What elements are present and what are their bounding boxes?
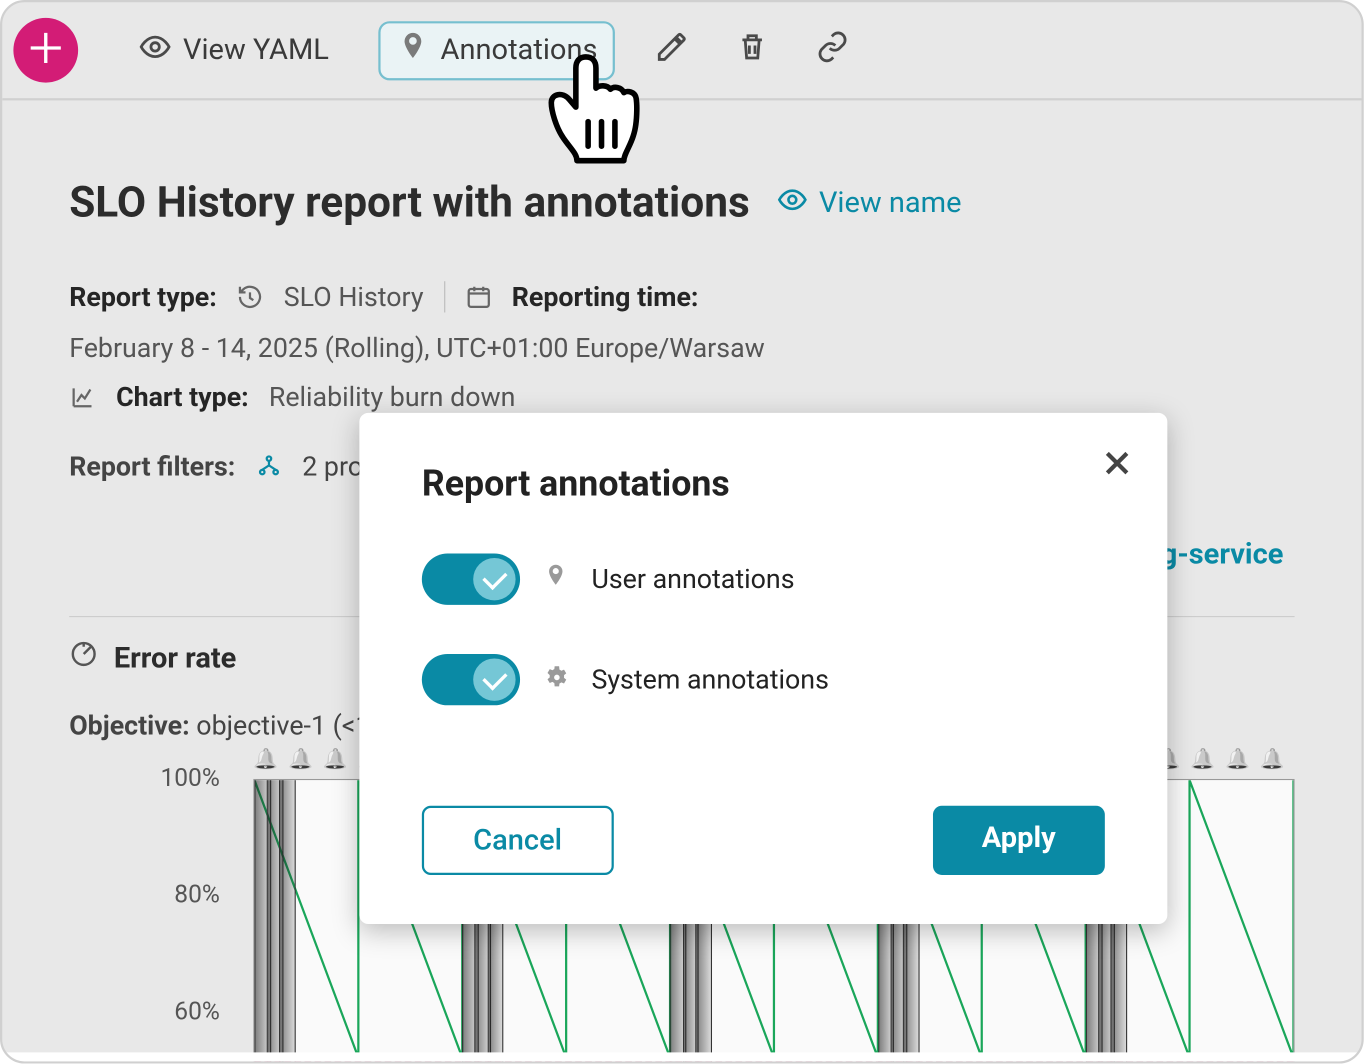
pencil-icon bbox=[655, 30, 688, 71]
link-icon bbox=[816, 30, 849, 71]
chart-type-label: Chart type: bbox=[116, 382, 249, 413]
view-name-button[interactable]: View name bbox=[777, 184, 962, 223]
report-type-label: Report type: bbox=[69, 281, 217, 312]
reporting-time-label: Reporting time: bbox=[512, 281, 699, 312]
plus-icon bbox=[26, 28, 66, 73]
modal-title: Report annotations bbox=[422, 462, 1105, 504]
system-annotations-label: System annotations bbox=[591, 664, 828, 695]
app-window: View YAML Annotations SLO Histo bbox=[0, 0, 1364, 1064]
close-icon bbox=[1100, 463, 1133, 484]
bell-icon: 🔔 bbox=[323, 748, 345, 770]
edit-button[interactable] bbox=[649, 23, 696, 78]
reporting-time-value: February 8 - 14, 2025 (Rolling), UTC+01:… bbox=[69, 333, 765, 364]
y-tick: 100% bbox=[160, 765, 219, 793]
eye-icon bbox=[777, 184, 808, 223]
gear-icon bbox=[542, 663, 569, 696]
history-icon bbox=[237, 283, 264, 310]
section-title-error-rate: Error rate bbox=[114, 641, 237, 674]
target-icon bbox=[69, 639, 98, 676]
report-type-value: SLO History bbox=[284, 281, 424, 312]
bell-icon: 🔔 bbox=[1225, 748, 1247, 770]
report-filters-label: Report filters: bbox=[69, 451, 235, 482]
annotations-button[interactable]: Annotations bbox=[378, 21, 615, 80]
annotation-band bbox=[279, 780, 296, 1063]
org-icon bbox=[255, 453, 282, 480]
add-button[interactable] bbox=[13, 18, 78, 83]
bell-icon: 🔔 bbox=[253, 748, 275, 770]
objective-label: Objective: bbox=[69, 710, 189, 741]
calendar-icon bbox=[465, 283, 492, 310]
user-annotations-label: User annotations bbox=[591, 564, 794, 595]
bell-icon: 🔔 bbox=[288, 748, 310, 770]
toolbar: View YAML Annotations bbox=[2, 2, 1361, 100]
system-annotations-toggle[interactable] bbox=[422, 654, 520, 705]
pin-icon bbox=[396, 30, 429, 71]
y-tick: 60% bbox=[174, 998, 220, 1026]
bell-icon: 🔔 bbox=[1260, 748, 1282, 770]
user-annotations-toggle[interactable] bbox=[422, 554, 520, 605]
view-yaml-button[interactable]: View YAML bbox=[123, 23, 345, 78]
modal-close-button[interactable] bbox=[1100, 446, 1133, 484]
y-tick: 80% bbox=[174, 882, 220, 910]
separator bbox=[444, 281, 445, 312]
annotations-label: Annotations bbox=[441, 33, 598, 66]
cancel-button[interactable]: Cancel bbox=[422, 806, 613, 875]
page-title: SLO History report with annotations bbox=[69, 179, 750, 228]
link-button[interactable] bbox=[809, 23, 856, 78]
delete-button[interactable] bbox=[729, 23, 776, 78]
bell-icon: 🔔 bbox=[1190, 748, 1212, 770]
view-yaml-label: View YAML bbox=[183, 33, 329, 66]
chart-type-value: Reliability burn down bbox=[269, 382, 516, 413]
pin-icon bbox=[542, 562, 569, 595]
annotation-band bbox=[1293, 780, 1294, 1063]
chart-icon bbox=[69, 384, 96, 411]
view-name-label: View name bbox=[819, 186, 962, 219]
trash-icon bbox=[736, 30, 769, 71]
apply-button[interactable]: Apply bbox=[933, 806, 1105, 875]
report-annotations-modal: Report annotations User annotations Syst… bbox=[359, 413, 1167, 924]
objective-value: objective-1 (<1 bbox=[196, 710, 370, 741]
eye-icon bbox=[138, 30, 171, 71]
